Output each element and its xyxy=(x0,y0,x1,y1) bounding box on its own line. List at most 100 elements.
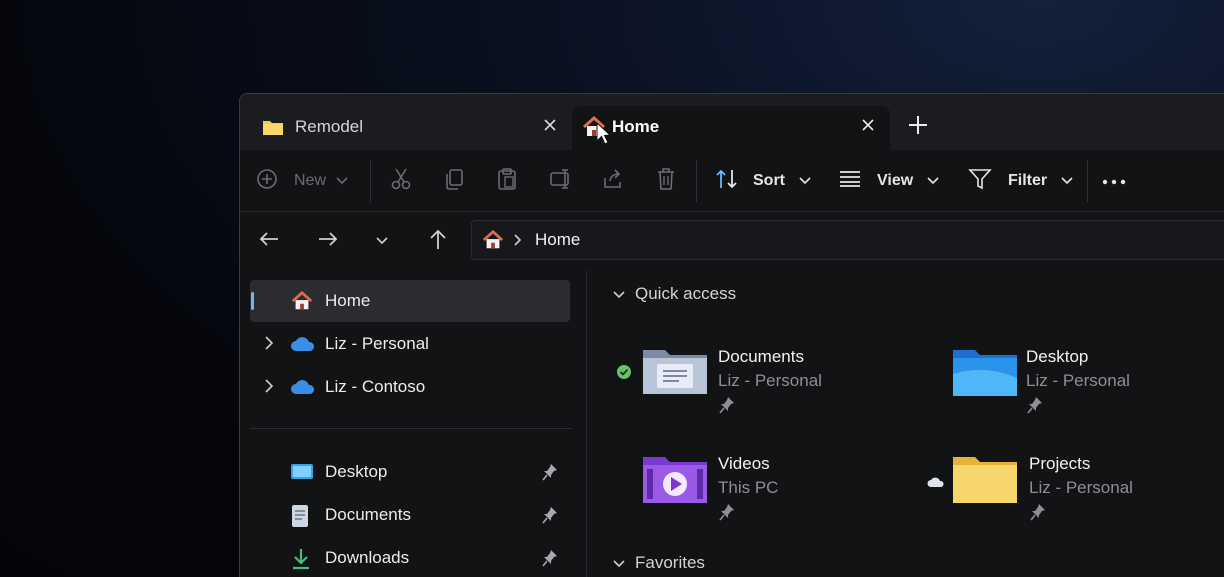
item-name: Videos xyxy=(718,454,770,473)
pin-icon[interactable] xyxy=(542,463,558,486)
new-tab-plus-icon[interactable] xyxy=(907,114,929,136)
chevron-right-icon[interactable] xyxy=(264,378,274,399)
sidebar-item-home[interactable]: Home xyxy=(250,280,570,322)
paste-button[interactable] xyxy=(496,150,518,212)
chevron-down-icon xyxy=(927,172,939,190)
sidebar-item-label: Desktop xyxy=(325,462,388,481)
breadcrumb-chevron-icon xyxy=(514,234,522,246)
chevron-down-icon xyxy=(799,172,811,190)
view-button[interactable]: View xyxy=(839,150,939,212)
tab-label: Home xyxy=(612,117,660,136)
share-button[interactable] xyxy=(602,150,624,212)
sidebar-item-label: Documents xyxy=(325,505,411,524)
address-row: Home xyxy=(240,212,1224,270)
delete-button[interactable] xyxy=(655,150,677,212)
item-location: Liz - Personal xyxy=(718,371,822,390)
item-name: Desktop xyxy=(1026,347,1089,366)
favorites-header[interactable]: Favorites xyxy=(613,553,705,573)
sidebar-item-liz-personal[interactable]: Liz - Personal xyxy=(250,323,570,365)
share-icon xyxy=(602,168,624,195)
rename-button[interactable] xyxy=(549,150,573,212)
sidebar-divider xyxy=(250,428,572,429)
pin-icon[interactable] xyxy=(542,506,558,529)
sidebar-item-label: Home xyxy=(325,291,371,310)
synced-check-icon xyxy=(616,364,632,385)
folder-icon xyxy=(262,118,284,141)
sidebar-item-label: Liz - Contoso xyxy=(325,377,426,396)
sidebar-item-desktop[interactable]: Desktop xyxy=(250,451,570,493)
trash-icon xyxy=(655,167,677,196)
filter-funnel-icon xyxy=(968,168,992,195)
view-label: View xyxy=(877,172,914,189)
sidebar-item-label: Downloads xyxy=(325,548,410,567)
arrow-up-icon xyxy=(429,228,447,255)
close-icon[interactable] xyxy=(542,117,558,135)
group-title: Favorites xyxy=(635,553,705,572)
projects-folder-icon xyxy=(951,451,1019,510)
onedrive-cloud-icon xyxy=(290,379,316,400)
plus-circle-icon xyxy=(256,168,278,195)
quick-access-documents[interactable]: Documents Liz - Personal xyxy=(613,340,873,420)
quick-access-projects[interactable]: Projects Liz - Personal xyxy=(927,447,1187,527)
command-bar: New Sort View Filter xyxy=(240,150,1224,212)
item-location: This PC xyxy=(718,478,779,497)
tab-remodel[interactable]: Remodel xyxy=(254,106,572,150)
sidebar-item-liz-contoso[interactable]: Liz - Contoso xyxy=(250,366,570,408)
item-name: Projects xyxy=(1029,454,1091,473)
up-button[interactable] xyxy=(427,212,449,270)
toolbar-divider xyxy=(1087,160,1088,202)
documents-folder-icon xyxy=(641,344,709,401)
cloud-status-icon xyxy=(927,475,945,493)
arrow-left-icon xyxy=(259,231,279,252)
address-bar[interactable]: Home xyxy=(471,220,1224,260)
forward-button[interactable] xyxy=(315,212,341,270)
item-name: Documents xyxy=(718,347,804,366)
filter-button[interactable]: Filter xyxy=(968,150,1073,212)
quick-access-header[interactable]: Quick access xyxy=(613,284,736,304)
filter-label: Filter xyxy=(1008,172,1048,189)
group-title: Quick access xyxy=(635,284,737,303)
ellipsis-icon xyxy=(1102,172,1126,190)
item-location: Liz - Personal xyxy=(1026,371,1130,390)
sidebar-item-documents[interactable]: Documents xyxy=(250,494,570,536)
sidebar-item-downloads[interactable]: Downloads xyxy=(250,537,570,577)
chevron-right-icon[interactable] xyxy=(264,335,274,356)
home-icon xyxy=(290,290,314,317)
file-explorer-window: Remodel Home New Sort View Filter Home H… xyxy=(239,93,1224,577)
chevron-down-icon xyxy=(336,172,348,190)
download-arrow-icon xyxy=(290,547,312,576)
videos-folder-icon xyxy=(641,451,709,510)
clipboard-icon xyxy=(496,167,518,196)
sort-button[interactable]: Sort xyxy=(715,150,811,212)
cut-button[interactable] xyxy=(390,150,412,212)
list-view-icon xyxy=(839,170,861,193)
close-icon[interactable] xyxy=(860,117,876,135)
pin-icon xyxy=(1027,396,1043,419)
pin-icon[interactable] xyxy=(542,549,558,572)
new-button[interactable]: New xyxy=(256,150,348,212)
home-icon xyxy=(482,229,504,251)
copy-button[interactable] xyxy=(443,150,465,212)
rename-icon xyxy=(549,167,573,196)
chevron-down-icon xyxy=(613,284,625,304)
tab-label: Remodel xyxy=(295,117,364,136)
toolbar-divider xyxy=(696,160,697,202)
more-options-button[interactable] xyxy=(1102,150,1126,212)
breadcrumb-home[interactable]: Home xyxy=(535,230,580,250)
new-label: New xyxy=(294,172,327,189)
quick-access-desktop[interactable]: Desktop Liz - Personal xyxy=(951,340,1211,420)
quick-access-videos[interactable]: Videos This PC xyxy=(613,447,873,527)
back-button[interactable] xyxy=(256,212,282,270)
chevron-down-icon xyxy=(376,232,388,250)
chevron-down-icon xyxy=(1061,172,1073,190)
selection-indicator xyxy=(251,292,254,310)
chevron-down-icon xyxy=(613,553,625,573)
tab-home[interactable]: Home xyxy=(572,106,890,150)
content-pane: Quick access Documents Liz - Personal De… xyxy=(586,270,1224,577)
sort-arrows-icon xyxy=(715,168,739,195)
navigation-pane: Home Liz - Personal Liz - Contoso Deskto… xyxy=(240,270,586,577)
toolbar-divider xyxy=(370,160,371,202)
recent-locations-button[interactable] xyxy=(374,212,390,270)
pin-icon xyxy=(719,396,735,419)
item-location: Liz - Personal xyxy=(1029,478,1133,497)
